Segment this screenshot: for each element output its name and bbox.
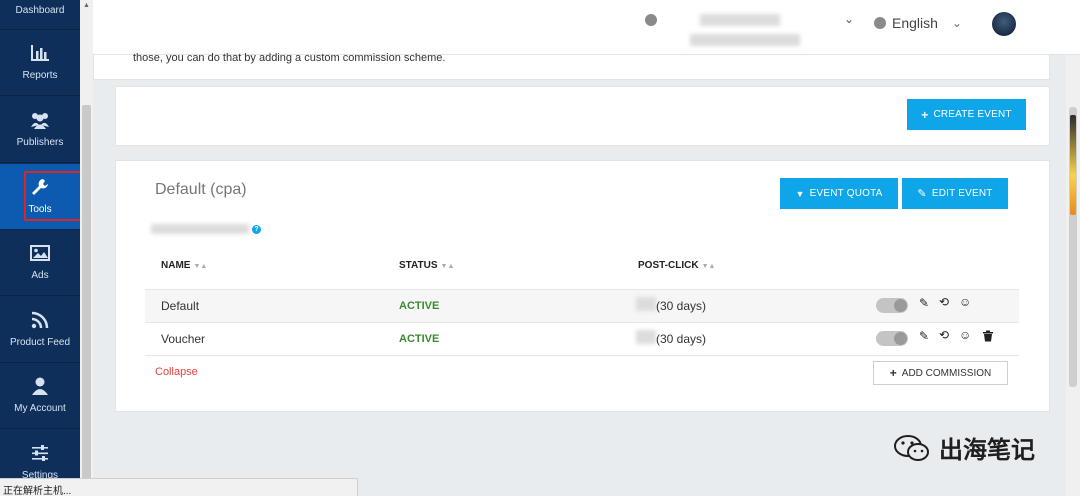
status-badge: ACTIVE [399,333,440,345]
sidebar-item-product-feed[interactable]: Product Feed [0,297,80,363]
image-icon [30,245,50,261]
create-event-label: CREATE EVENT [933,109,1012,120]
row-name: Default [161,299,200,313]
sidebar-item-dashboard[interactable]: Dashboard [0,0,80,30]
history-icon[interactable]: ⟲ [939,328,949,342]
add-commission-button[interactable]: + ADD COMMISSION [873,361,1008,385]
create-event-button[interactable]: + CREATE EVENT [907,99,1026,130]
scrollbar-indicator [1070,115,1076,215]
redacted-post-click-value [636,330,656,344]
status-badge: ACTIVE [399,300,440,312]
row-toggle[interactable] [876,331,908,346]
column-header-label: STATUS [399,260,438,271]
wechat-logo-icon [894,434,929,461]
toggle-knob [894,332,907,345]
globe-icon [874,17,886,29]
help-label: ? [254,226,259,233]
event-quota-button[interactable]: ▼ EVENT QUOTA [780,178,898,209]
globe-icon [645,14,657,26]
bar-chart-icon [31,45,49,61]
column-header-label: POST-CLICK [638,260,699,271]
filter-icon: ▼ [795,188,805,199]
intro-note-text: those, you can do that by adding a custo… [133,52,446,64]
table-divider [145,355,1019,356]
top-header: ⌄ English ⌄ [93,0,1080,55]
scrollbar-thumb[interactable] [82,105,91,480]
rss-icon [31,311,49,329]
sidebar-item-label: Tools [28,204,52,215]
sidebar-item-label: Publishers [16,137,64,148]
users-icon [31,113,49,129]
row-name: Voucher [161,332,206,346]
event-quota-label: EVENT QUOTA [809,188,883,199]
trash-icon[interactable] [982,330,994,342]
sidebar-item-label: Ads [31,270,49,281]
plus-icon: + [889,366,897,380]
watermark: 出海笔记 [893,430,1035,465]
watermark-text: 出海笔记 [939,437,1035,464]
edit-event-button[interactable]: ✎ EDIT EVENT [902,178,1008,209]
edit-icon[interactable]: ✎ [919,296,929,310]
row-post-click: (30 days) [656,299,707,313]
sort-icon: ▼▲ [193,263,208,270]
column-header-name[interactable]: NAME ▼▲ [161,260,207,271]
language-selector[interactable]: English ⌄ [874,15,962,31]
user-circle-icon[interactable]: ☺ [959,295,971,309]
sidebar-item-reports[interactable]: Reports [0,30,80,96]
sidebar-item-label: Product Feed [9,337,71,348]
redacted-post-click-value [636,297,656,311]
column-header-label: NAME [161,260,191,271]
left-scrollbar[interactable]: ▲ [80,0,93,496]
edit-icon: ✎ [917,188,927,200]
edit-event-label: EDIT EVENT [931,188,993,199]
right-scrollbar[interactable] [1066,55,1080,496]
wrench-icon [32,179,48,195]
column-header-status[interactable]: STATUS ▼▲ [399,260,454,271]
sliders-icon [32,445,48,461]
chevron-down-icon: ⌄ [951,16,962,30]
redacted-account-name [700,14,780,26]
redacted-event-description [151,224,249,234]
sort-icon: ▼▲ [701,263,716,270]
scroll-up-arrow-icon[interactable]: ▲ [83,2,90,9]
help-icon[interactable]: ? [252,225,261,234]
toggle-knob [894,299,907,312]
sidebar-item-label: My Account [14,403,66,414]
avatar[interactable] [992,12,1016,36]
redacted-account-id [690,34,800,46]
history-icon[interactable]: ⟲ [939,295,949,309]
sidebar: Dashboard Reports Publishers Tools Ads P… [0,0,80,496]
sidebar-item-publishers[interactable]: Publishers [0,97,80,163]
sidebar-item-tools[interactable]: Tools [0,164,80,230]
collapse-link[interactable]: Collapse [155,366,198,378]
user-circle-icon[interactable]: ☺ [959,328,971,342]
status-bar-text: 正在解析主机... [3,486,72,496]
row-post-click: (30 days) [656,332,707,346]
sidebar-item-my-account[interactable]: My Account [0,363,80,429]
browser-status-bar: 正在解析主机... [0,478,358,496]
sort-icon: ▼▲ [440,263,455,270]
sidebar-item-ads[interactable]: Ads [0,230,80,296]
language-label: English [892,15,938,31]
plus-icon: + [921,107,929,122]
sidebar-item-label: Reports [22,70,58,81]
row-toggle[interactable] [876,298,908,313]
user-icon [32,377,48,395]
account-dropdown-chevron-icon[interactable]: ⌄ [844,12,854,26]
column-header-post-click[interactable]: POST-CLICK ▼▲ [638,260,715,271]
edit-icon[interactable]: ✎ [919,329,929,343]
add-commission-label: ADD COMMISSION [901,367,992,379]
event-title: Default (cpa) [155,181,247,198]
sidebar-item-label: Dashboard [15,5,65,16]
